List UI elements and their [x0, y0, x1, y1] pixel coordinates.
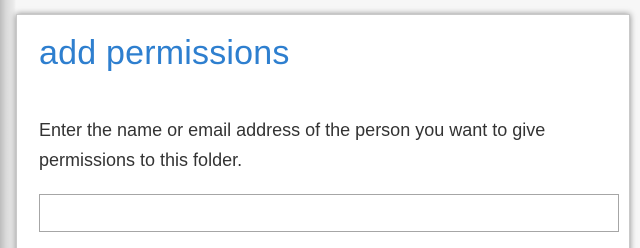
person-name-or-email-input[interactable]: [39, 194, 619, 232]
dialog-title: add permissions: [39, 34, 290, 72]
dialog-instructions: Enter the name or email address of the p…: [39, 120, 546, 170]
add-permissions-dialog: add permissions Enter the name or email …: [16, 14, 630, 248]
